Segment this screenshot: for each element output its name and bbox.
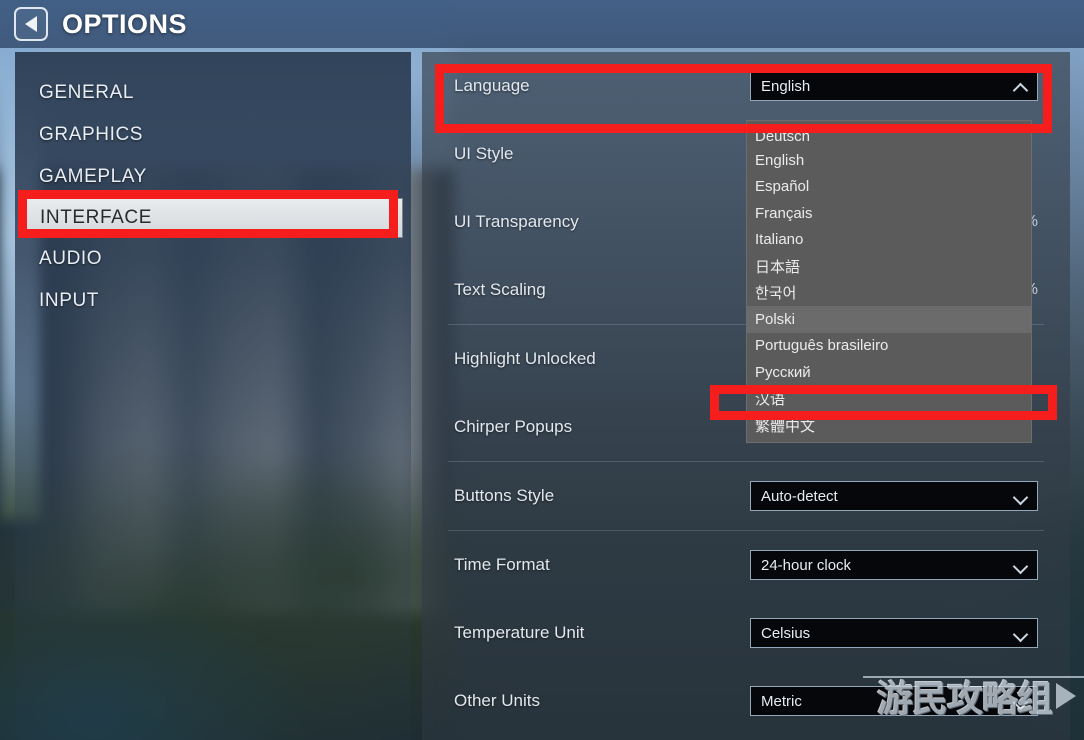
dropdown-option-chinese-simplified[interactable]: 汉语	[747, 386, 1031, 413]
dropdown-option-francais[interactable]: Français	[747, 200, 1031, 227]
select-value: 24-hour clock	[761, 556, 852, 574]
dropdown-option-korean[interactable]: 한국어	[747, 280, 1031, 307]
dropdown-option-label: Español	[755, 178, 810, 196]
dropdown-option-deutsch[interactable]: Deutsch	[747, 121, 1031, 147]
dropdown-option-label: 汉语	[755, 391, 786, 409]
setting-row-language: Language English	[438, 52, 1054, 120]
chevron-down-icon	[1015, 490, 1027, 502]
setting-label: UI Style	[454, 144, 514, 163]
sidebar-item-label: INPUT	[39, 290, 99, 311]
dropdown-option-japanese[interactable]: 日本語	[747, 253, 1031, 280]
dropdown-option-label: Deutsch	[755, 128, 811, 145]
setting-row-time-format: Time Format 24-hour clock	[438, 531, 1054, 599]
dropdown-option-label: 日本語	[755, 258, 801, 276]
setting-label: Temperature Unit	[454, 623, 585, 642]
setting-label: Other Units	[454, 691, 540, 710]
select-value: Auto-detect	[761, 487, 838, 505]
dropdown-option-russian[interactable]: Русский	[747, 359, 1031, 386]
dropdown-option-english[interactable]: English	[747, 147, 1031, 174]
setting-label: Time Format	[454, 555, 550, 574]
dropdown-option-label: Italiano	[755, 231, 804, 249]
setting-label: UI Transparency	[454, 212, 579, 231]
dropdown-option-espanol[interactable]: Español	[747, 174, 1031, 201]
dropdown-option-label: Français	[755, 204, 813, 222]
other-units-select[interactable]: Metric	[750, 686, 1038, 716]
dropdown-option-chinese-traditional[interactable]: 繁體中文	[747, 412, 1031, 439]
dropdown-option-label: 繁體中文	[755, 417, 816, 435]
buttons-style-select[interactable]: Auto-detect	[750, 481, 1038, 511]
chevron-down-icon	[1015, 559, 1027, 571]
sidebar-item-general[interactable]: GENERAL	[15, 72, 411, 114]
dropdown-option-label: English	[755, 151, 805, 169]
dropdown-option-label: Português brasileiro	[755, 337, 889, 355]
select-value: English	[761, 77, 811, 95]
sidebar-item-label: AUDIO	[39, 248, 103, 269]
sidebar-item-interface[interactable]: INTERFACE	[23, 198, 403, 238]
dropdown-option-label: Polski	[755, 310, 796, 328]
setting-row-other-units: Other Units Metric	[438, 667, 1054, 735]
options-sidebar: GENERAL GRAPHICS GAMEPLAY INTERFACE AUDI…	[15, 52, 411, 740]
setting-row-buttons-style: Buttons Style Auto-detect	[438, 462, 1054, 530]
select-value: Metric	[761, 692, 802, 710]
sidebar-item-audio[interactable]: AUDIO	[15, 238, 411, 280]
language-dropdown-list[interactable]: Deutsch English Español Français Italian…	[746, 120, 1032, 443]
back-arrow-icon	[25, 16, 37, 32]
page-title: OPTIONS	[62, 8, 188, 39]
chevron-down-icon	[1015, 695, 1027, 707]
back-button[interactable]	[14, 7, 48, 41]
sidebar-item-label: GRAPHICS	[39, 124, 144, 145]
setting-label: Language	[454, 76, 530, 95]
chevron-up-icon	[1015, 80, 1027, 92]
sidebar-item-label: INTERFACE	[40, 207, 153, 228]
dropdown-option-portugues[interactable]: Português brasileiro	[747, 333, 1031, 360]
setting-label: Highlight Unlocked	[454, 349, 596, 368]
language-select[interactable]: English	[750, 71, 1038, 101]
setting-label: Buttons Style	[454, 486, 555, 505]
temperature-unit-select[interactable]: Celsius	[750, 618, 1038, 648]
sidebar-item-input[interactable]: INPUT	[15, 280, 411, 322]
dropdown-option-label: Русский	[755, 363, 811, 381]
sidebar-item-label: GAMEPLAY	[39, 166, 147, 187]
setting-row-temperature-unit: Temperature Unit Celsius	[438, 599, 1054, 667]
sidebar-item-gameplay[interactable]: GAMEPLAY	[15, 156, 411, 198]
dropdown-option-label: 한국어	[755, 285, 797, 303]
time-format-select[interactable]: 24-hour clock	[750, 550, 1038, 580]
select-value: Celsius	[761, 624, 811, 642]
dropdown-option-italiano[interactable]: Italiano	[747, 227, 1031, 254]
chevron-down-icon	[1015, 627, 1027, 639]
options-header: OPTIONS	[0, 0, 1084, 48]
sidebar-item-graphics[interactable]: GRAPHICS	[15, 114, 411, 156]
setting-label: Chirper Popups	[454, 417, 573, 436]
dropdown-option-polski[interactable]: Polski	[747, 306, 1031, 333]
setting-label: Text Scaling	[454, 280, 546, 299]
sidebar-item-label: GENERAL	[39, 82, 135, 103]
